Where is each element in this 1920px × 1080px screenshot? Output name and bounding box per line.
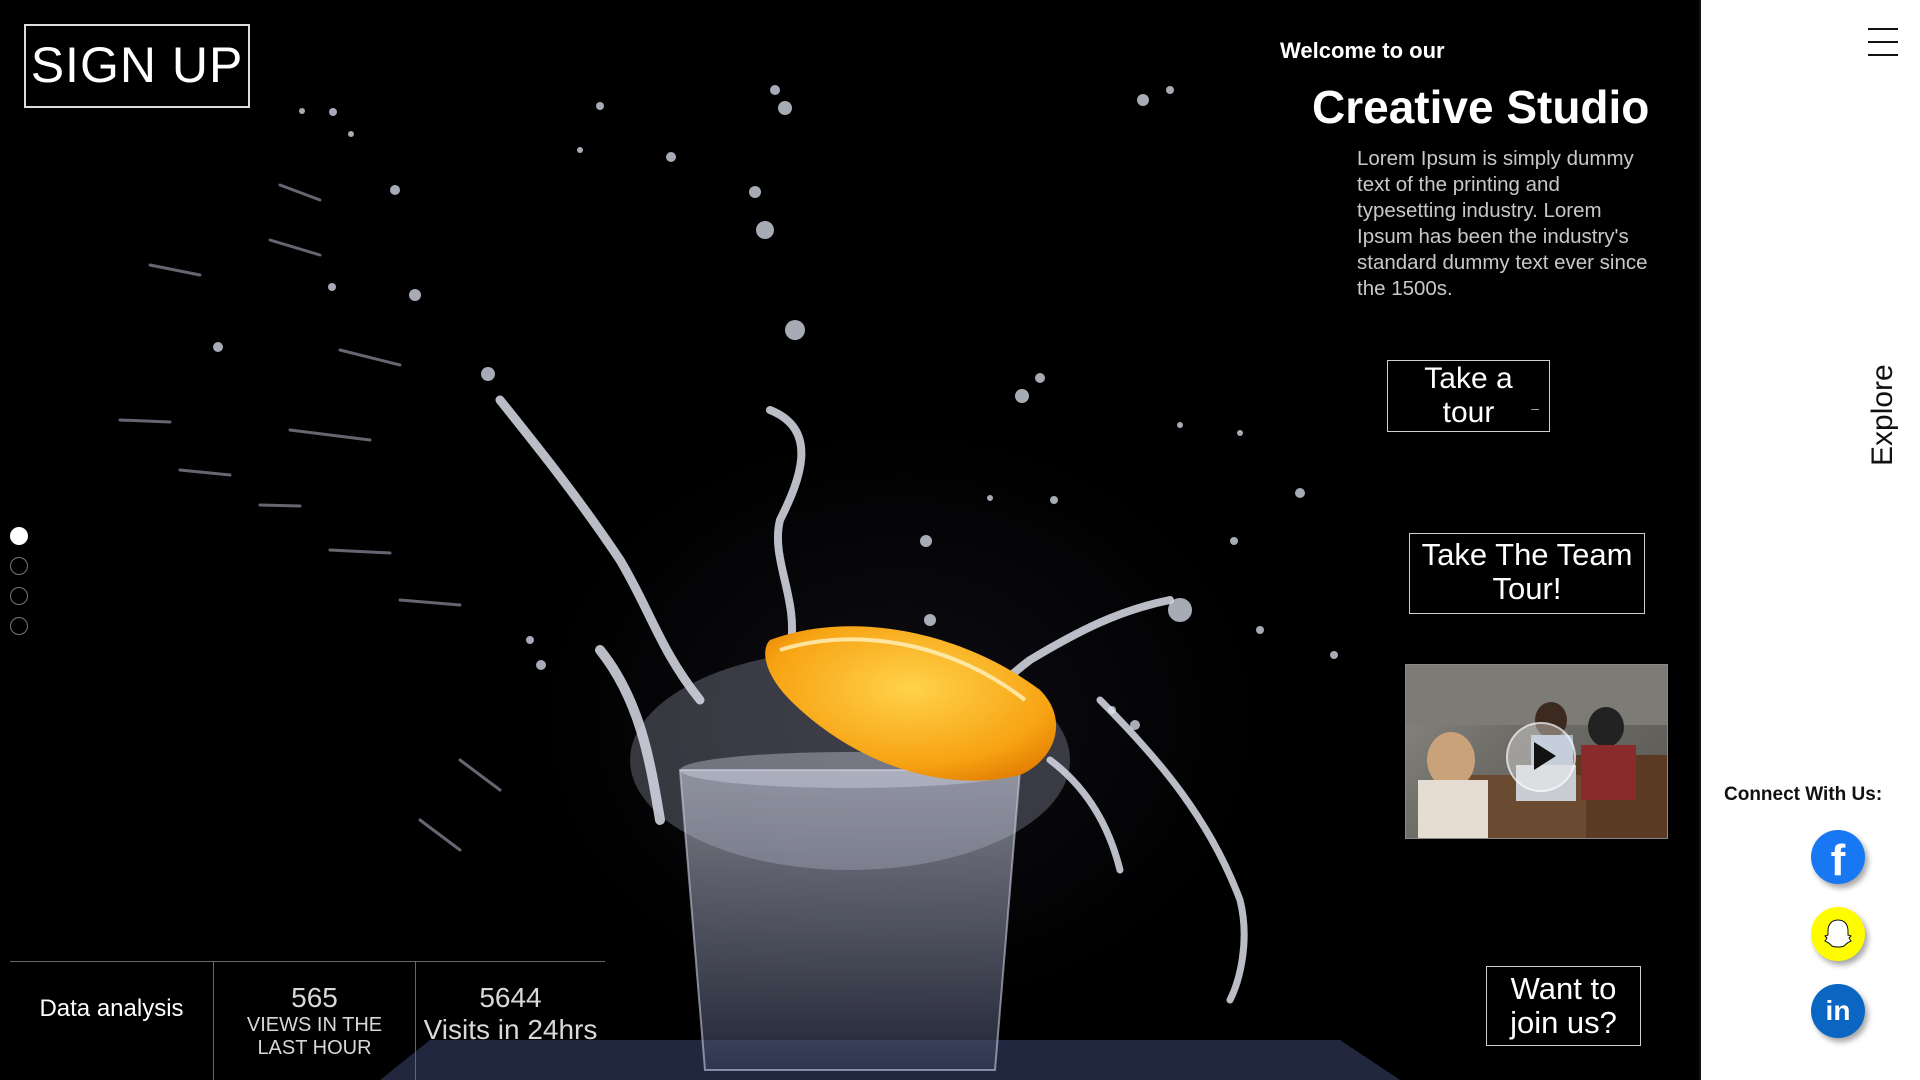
sign-up-button[interactable]: SIGN UP: [24, 24, 250, 108]
tour-label-line1: Take a: [1424, 362, 1513, 395]
join-label-line2: join us?: [1510, 1005, 1617, 1040]
views-caption-2: LAST HOUR: [257, 1037, 372, 1059]
slider-dots: [10, 527, 28, 647]
take-a-tour-button[interactable]: Take a tour –: [1387, 360, 1550, 432]
video-thumbnail[interactable]: [1405, 664, 1668, 839]
stats-bar: Data analysis 565 VIEWS IN THE LAST HOUR…: [10, 961, 605, 1080]
hamburger-icon[interactable]: [1868, 28, 1898, 67]
visits-stat: 5644 Visits in 24hrs: [416, 962, 605, 1080]
views-stat: 565 VIEWS IN THE LAST HOUR: [214, 962, 416, 1080]
right-sidebar: [1699, 0, 1920, 1080]
snapchat-ghost-icon: [1824, 919, 1852, 948]
join-label-line1: Want to: [1510, 971, 1617, 1006]
page-title: Creative Studio: [1312, 81, 1650, 133]
views-value: 565: [291, 982, 338, 1013]
connect-heading: Connect With Us:: [1724, 784, 1883, 805]
hero-banner: SIGN UP Welcome to our Creative Studio L…: [0, 0, 1699, 1080]
dash-icon: –: [1531, 400, 1539, 416]
tour-label-line2: tour: [1442, 396, 1495, 429]
visits-caption: Visits in 24hrs: [423, 1014, 598, 1045]
join-us-button[interactable]: Want to join us?: [1486, 966, 1641, 1046]
slider-dot-2[interactable]: [10, 557, 28, 575]
facebook-icon[interactable]: f: [1811, 830, 1865, 885]
play-icon[interactable]: [1506, 722, 1576, 792]
intro-paragraph: Lorem Ipsum is simply dummy text of the …: [1357, 147, 1648, 300]
stats-title: Data analysis: [10, 962, 214, 1080]
welcome-text: Welcome to our: [1280, 38, 1445, 63]
linkedin-icon[interactable]: in: [1811, 984, 1865, 1038]
team-tour-label-line1: Take The Team: [1421, 537, 1633, 572]
team-tour-label-line2: Tour!: [1492, 571, 1562, 606]
slider-dot-4[interactable]: [10, 617, 28, 635]
slider-dot-3[interactable]: [10, 587, 28, 605]
explore-link[interactable]: Explore: [1866, 364, 1900, 466]
views-caption-1: VIEWS IN THE: [246, 1014, 383, 1036]
snapchat-icon[interactable]: [1811, 907, 1865, 961]
team-tour-button[interactable]: Take The Team Tour!: [1409, 533, 1645, 614]
visits-value: 5644: [479, 982, 542, 1013]
slider-dot-1[interactable]: [10, 527, 28, 545]
